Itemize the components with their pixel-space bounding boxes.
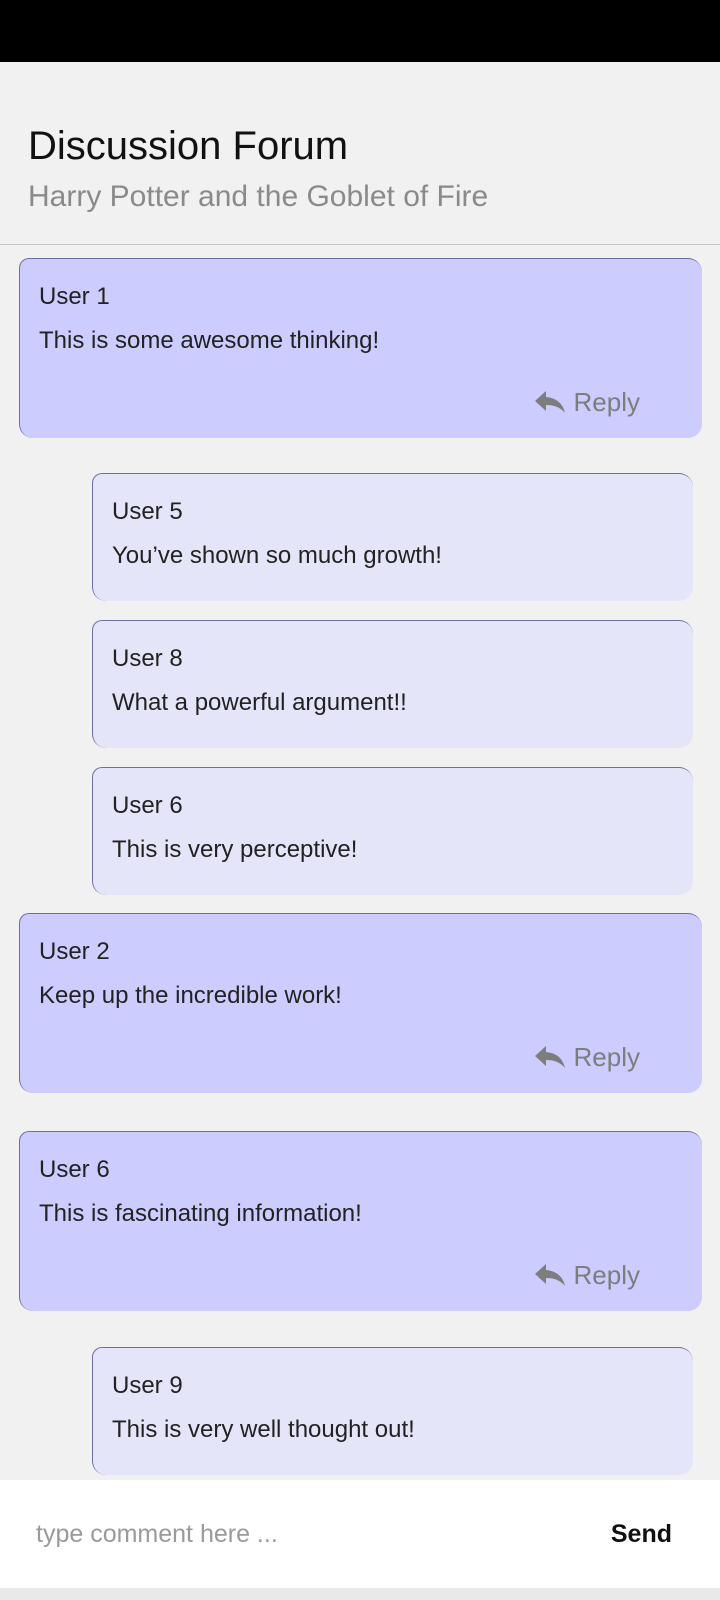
- reply-button[interactable]: Reply: [534, 1262, 640, 1288]
- comment-author: User 2: [39, 938, 110, 965]
- reply-label: Reply: [573, 387, 640, 417]
- reply-card: User 6 This is very perceptive!: [92, 767, 693, 895]
- comment-card: User 6 This is fascinating information! …: [19, 1131, 702, 1311]
- page-title: Discussion Forum: [28, 124, 349, 168]
- reply-button[interactable]: Reply: [534, 1044, 640, 1070]
- comment-text: This is some awesome thinking!: [39, 327, 380, 354]
- status-bar: [0, 0, 720, 62]
- forum-header: Discussion Forum Harry Potter and the Go…: [0, 62, 720, 245]
- reply-arrow-icon: [534, 1046, 565, 1068]
- comment-author: User 9: [112, 1372, 183, 1399]
- comment-card: User 1 This is some awesome thinking! Re…: [19, 258, 702, 438]
- comment-author: User 5: [112, 498, 183, 525]
- reply-label: Reply: [573, 1042, 640, 1072]
- comment-feed[interactable]: User 1 This is some awesome thinking! Re…: [0, 246, 720, 1480]
- reply-arrow-icon: [534, 1264, 565, 1286]
- comment-author: User 6: [39, 1156, 110, 1183]
- page-subtitle: Harry Potter and the Goblet of Fire: [28, 180, 489, 213]
- comment-text: You’ve shown so much growth!: [112, 542, 442, 569]
- navigation-bar: [0, 1588, 720, 1600]
- comment-text: Keep up the incredible work!: [39, 982, 342, 1009]
- comment-author: User 6: [112, 792, 183, 819]
- comment-card: User 2 Keep up the incredible work! Repl…: [19, 913, 702, 1093]
- comment-composer: Send: [0, 1480, 720, 1588]
- reply-button[interactable]: Reply: [534, 389, 640, 415]
- reply-card: User 8 What a powerful argument!!: [92, 620, 693, 748]
- comment-author: User 1: [39, 283, 110, 310]
- comment-author: User 8: [112, 645, 183, 672]
- comment-text: What a powerful argument!!: [112, 689, 407, 716]
- reply-card: User 9 This is very well thought out!: [92, 1347, 693, 1475]
- reply-card: User 5 You’ve shown so much growth!: [92, 473, 693, 601]
- comment-text: This is very perceptive!: [112, 836, 358, 863]
- comment-text: This is very well thought out!: [112, 1416, 415, 1443]
- send-button[interactable]: Send: [611, 1502, 672, 1566]
- reply-arrow-icon: [534, 391, 565, 413]
- reply-label: Reply: [573, 1260, 640, 1290]
- comment-input[interactable]: [36, 1502, 556, 1566]
- comment-text: This is fascinating information!: [39, 1200, 362, 1227]
